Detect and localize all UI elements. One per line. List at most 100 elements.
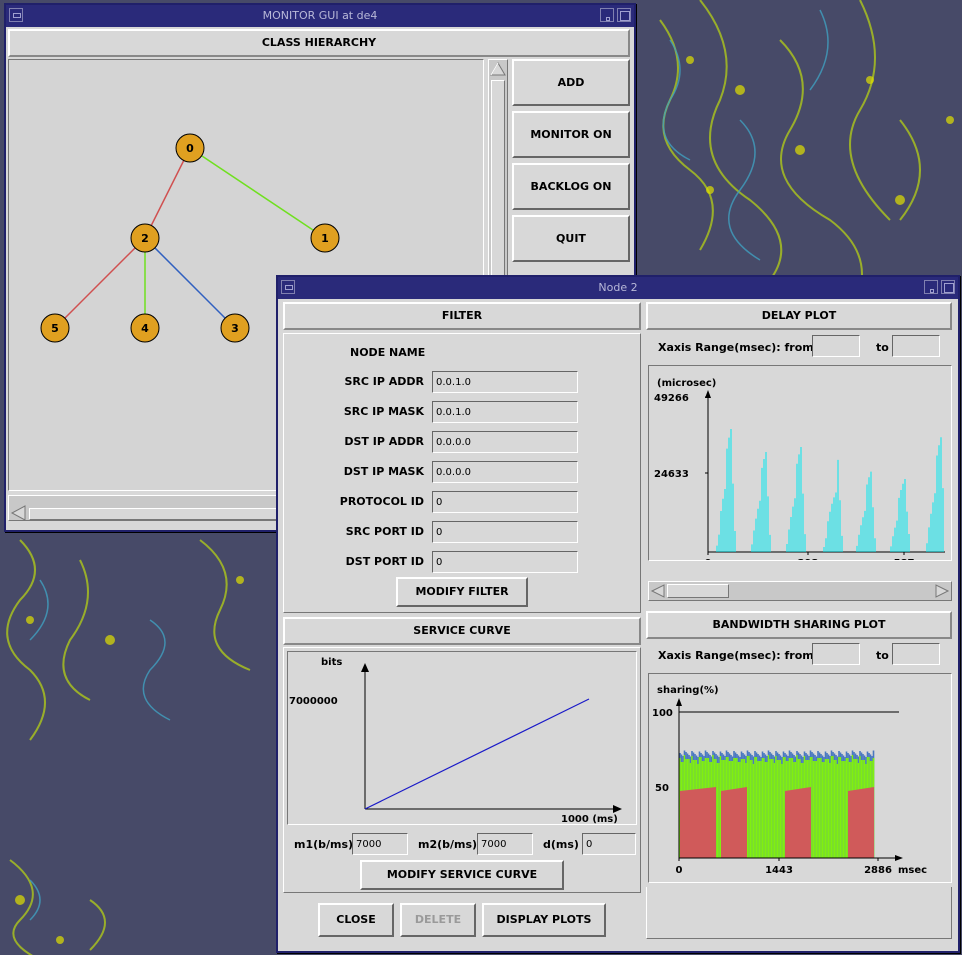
delay-scroll-left-icon[interactable] — [650, 583, 666, 599]
bw-x-tick: 2886 — [864, 865, 892, 876]
node-titlebar[interactable]: Node 2 — [278, 277, 958, 299]
bandwidth-plot-header-label: BANDWIDTH SHARING PLOT — [712, 618, 886, 631]
bw-x-unit: msec — [898, 865, 927, 876]
delay-from-input[interactable] — [812, 335, 860, 357]
bw-ylabel: sharing(%) — [657, 685, 719, 696]
filter-field-input[interactable] — [432, 371, 578, 393]
m1-input[interactable] — [352, 833, 408, 855]
tree-node-5[interactable]: 5 — [40, 313, 70, 343]
modify-filter-button[interactable]: MODIFY FILTER — [396, 577, 528, 607]
m1-label: m1(b/ms) — [294, 838, 354, 851]
filter-field-label: DST PORT ID — [345, 555, 424, 568]
maximize-button[interactable] — [617, 8, 631, 22]
quit-label: QUIT — [556, 232, 586, 245]
delay-y-tick: 49266 — [654, 393, 689, 404]
bandwidth-chart: sharing(%) 100 50 0 1443 2886 msec — [652, 685, 927, 876]
node-minimize-button[interactable] — [924, 280, 938, 294]
tree-edge — [54, 237, 146, 329]
sc-x-arrow-icon — [613, 805, 622, 813]
node-maximize-button[interactable] — [941, 280, 955, 294]
bandwidth-to-input[interactable] — [892, 643, 940, 665]
tree-edge — [189, 147, 326, 239]
delay-y-tick: 24633 — [654, 469, 689, 480]
close-button[interactable]: CLOSE — [318, 903, 394, 937]
node-window: Node 2 FILTER NODE NAME MODIFY FILTER SR… — [276, 275, 960, 953]
window-menu-button[interactable] — [9, 8, 23, 22]
backlog-on-button[interactable]: BACKLOG ON — [512, 163, 630, 210]
main-window-title: MONITOR GUI at de4 — [262, 9, 378, 22]
add-button[interactable]: ADD — [512, 59, 630, 106]
tree-node-0[interactable]: 0 — [175, 133, 205, 163]
service-curve-header: SERVICE CURVE — [283, 617, 641, 645]
delay-series — [716, 429, 944, 552]
d-input[interactable] — [582, 833, 636, 855]
bw-red-block — [848, 787, 874, 858]
bw-red-block — [785, 787, 811, 858]
node-window-menu-button[interactable] — [281, 280, 295, 294]
filter-panel: NODE NAME MODIFY FILTER SRC IP ADDR SRC I… — [283, 333, 641, 613]
bandwidth-from-input[interactable] — [812, 643, 860, 665]
sc-ylabel: bits — [321, 657, 342, 668]
d-label: d(ms) — [543, 838, 579, 851]
bandwidth-plot-header: BANDWIDTH SHARING PLOT — [646, 611, 952, 639]
delete-button-label: DELETE — [414, 913, 462, 926]
filter-field-input[interactable] — [432, 431, 578, 453]
delay-plot-header-label: DELAY PLOT — [761, 309, 837, 322]
filter-field-input[interactable] — [432, 521, 578, 543]
bandwidth-to-label: to — [876, 649, 889, 662]
scroll-left-arrow-icon[interactable] — [10, 504, 28, 526]
delay-to-input[interactable] — [892, 335, 940, 357]
modify-service-curve-button[interactable]: MODIFY SERVICE CURVE — [360, 860, 564, 890]
bandwidth-plot-area: sharing(%) 100 50 0 1443 2886 msec — [648, 673, 952, 883]
main-titlebar[interactable]: MONITOR GUI at de4 — [6, 5, 634, 27]
delay-scroll-right-icon[interactable] — [934, 583, 950, 599]
service-curve-chart: bits 7000000 1000 (ms) — [289, 657, 622, 825]
monitor-on-label: MONITOR ON — [530, 128, 612, 141]
bandwidth-panel-bottom — [646, 887, 952, 939]
node-name-label: NODE NAME — [350, 346, 426, 359]
delay-to-label: to — [876, 341, 889, 354]
minimize-button[interactable] — [600, 8, 614, 22]
filter-header: FILTER — [283, 302, 641, 330]
bw-x-tick: 0 — [676, 865, 683, 876]
filter-field-label: SRC IP ADDR — [344, 375, 424, 388]
delay-x-tick: 0 — [705, 558, 712, 560]
display-plots-label: DISPLAY PLOTS — [496, 913, 592, 926]
node-window-title: Node 2 — [598, 281, 638, 294]
bw-y-tick: 50 — [655, 783, 669, 794]
add-button-label: ADD — [557, 76, 585, 89]
filter-field-label: DST IP MASK — [343, 465, 424, 478]
tree-node-label: 3 — [231, 322, 239, 335]
filter-field-label: DST IP ADDR — [344, 435, 424, 448]
delay-x-tick: 293 — [798, 558, 819, 560]
filter-field-input[interactable] — [432, 461, 578, 483]
m2-input[interactable] — [477, 833, 533, 855]
scroll-up-arrow-icon[interactable] — [489, 60, 507, 78]
bw-y-arrow-icon — [676, 698, 682, 706]
tree-node-label: 5 — [51, 322, 59, 335]
sc-y-arrow-icon — [361, 663, 369, 672]
quit-button[interactable]: QUIT — [512, 215, 630, 262]
bw-x-arrow-icon — [895, 855, 903, 861]
filter-field-input[interactable] — [432, 401, 578, 423]
tree-node-1[interactable]: 1 — [310, 223, 340, 253]
service-curve-panel: bits 7000000 1000 (ms) m1(b/ms) m2(b/ms)… — [283, 647, 641, 893]
delete-button[interactable]: DELETE — [400, 903, 476, 937]
delay-scrollbar[interactable] — [648, 581, 952, 601]
vertical-scroll-thumb[interactable] — [491, 80, 505, 300]
tree-node-3[interactable]: 3 — [220, 313, 250, 343]
delay-scroll-thumb[interactable] — [667, 584, 729, 598]
filter-field-input[interactable] — [432, 551, 578, 573]
tree-node-label: 4 — [141, 322, 149, 335]
class-hierarchy-label: CLASS HIERARCHY — [261, 36, 377, 49]
tree-node-2[interactable]: 2 — [130, 223, 160, 253]
filter-field-label: SRC IP MASK — [343, 405, 424, 418]
m2-label: m2(b/ms) — [418, 838, 478, 851]
display-plots-button[interactable]: DISPLAY PLOTS — [482, 903, 606, 937]
bw-y-tick: 100 — [652, 708, 673, 719]
filter-field-input[interactable] — [432, 491, 578, 513]
tree-node-4[interactable]: 4 — [130, 313, 160, 343]
bandwidth-range-label: Xaxis Range(msec): from — [658, 649, 814, 662]
bw-red-block — [680, 787, 716, 858]
monitor-on-button[interactable]: MONITOR ON — [512, 111, 630, 158]
